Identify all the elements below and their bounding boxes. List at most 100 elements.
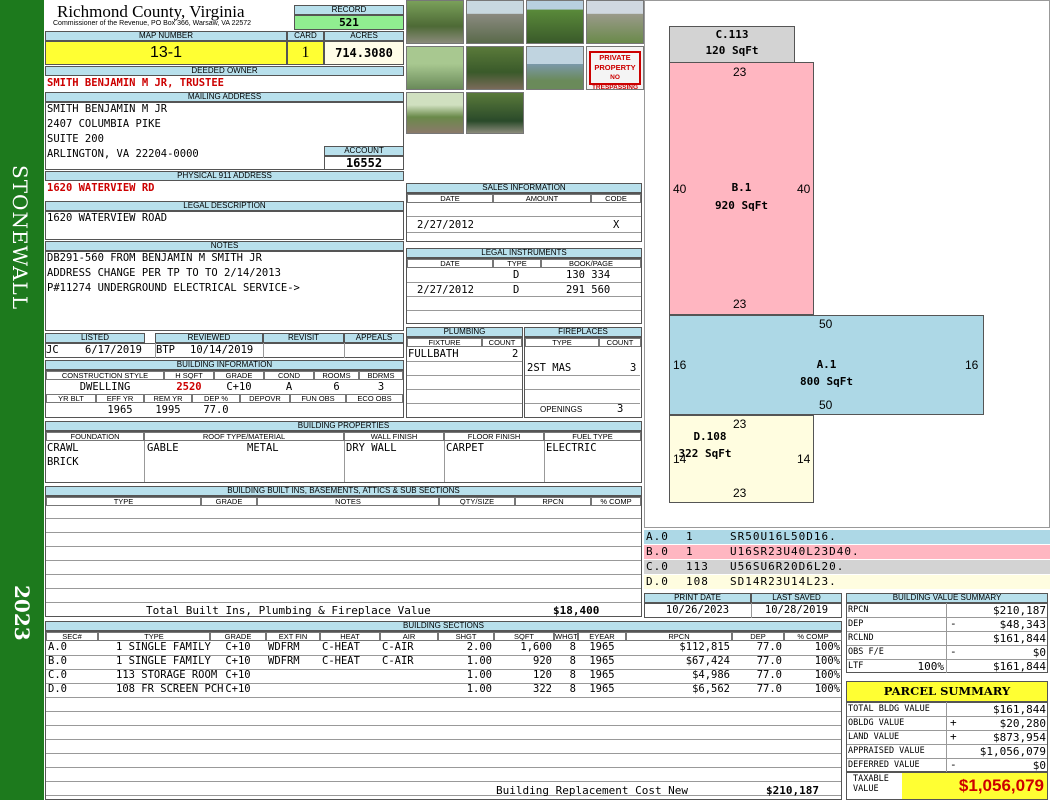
parcel-summary-title: PARCEL SUMMARY xyxy=(846,681,1048,702)
section-cell: 2.00 xyxy=(466,641,492,653)
section-cell: C+10 xyxy=(225,683,251,695)
property-photo[interactable] xyxy=(466,0,524,44)
property-photo[interactable] xyxy=(406,92,464,134)
district-sidebar: STONEWALL 2023 xyxy=(0,0,44,800)
property-photo[interactable] xyxy=(406,46,464,90)
bedrooms: 3 xyxy=(377,381,385,393)
parcel-value: $20,280 xyxy=(999,717,1046,730)
no-trespassing-sign-photo[interactable]: PRIVATE PROPERTY NO TRESPASSING xyxy=(586,46,644,90)
last-saved-label: LAST SAVED xyxy=(751,593,842,603)
floor-finish: CARPET xyxy=(446,442,484,454)
row-divider xyxy=(46,753,841,754)
bi-col-header: GRADE xyxy=(201,497,257,506)
commissioner-address: Commissioner of the Revenue, PO Box 366,… xyxy=(53,20,252,27)
section-cell: A.0 xyxy=(48,641,67,653)
sections-header: GRADE xyxy=(210,632,266,641)
roof-material: METAL xyxy=(247,442,279,454)
bvs-label: DEP xyxy=(848,619,864,629)
record-label: RECORD xyxy=(294,5,404,15)
effective-year: 1965 xyxy=(107,404,133,416)
bp-header: FOUNDATION xyxy=(46,432,144,441)
sketch-dim: 50 xyxy=(819,317,833,331)
sign-text: NO TRESPASSING xyxy=(591,74,639,90)
fireplace-header: TYPE xyxy=(525,338,599,347)
print-date: 10/26/2023 xyxy=(665,604,730,616)
instr-book-page: 130 334 xyxy=(566,269,611,281)
appeals-label: APPEALS xyxy=(344,333,404,343)
row-divider xyxy=(46,795,841,796)
property-photo[interactable] xyxy=(586,0,644,44)
bi-header: FUN OBS xyxy=(290,394,346,403)
sketch-dim: 23 xyxy=(733,417,747,431)
bi-header: ECO OBS xyxy=(346,394,403,403)
sales-header: AMOUNT xyxy=(493,194,591,203)
heated-sqft: 2520 xyxy=(176,381,202,393)
building-sections-label: BUILDING SECTIONS xyxy=(45,621,842,631)
physical-address-value: 1620 WATERVIEW RD xyxy=(47,182,155,194)
sales-header: CODE xyxy=(591,194,641,203)
property-photo[interactable] xyxy=(406,0,464,44)
vector-row: C.0 113 U56SU6R20D6L20. xyxy=(644,560,1050,574)
vector-path: U16SR23U40L23D40. xyxy=(730,545,860,558)
bvs-label: RCLND xyxy=(848,633,874,643)
table-row: B.0 1 SINGLE FAMILY C+10 WDFRM C-HEAT C-AIR 1.… xyxy=(46,655,841,669)
section-cell: C+10 xyxy=(225,641,251,653)
bvs-dep: $48,343 xyxy=(999,618,1046,631)
parcel-sign: - xyxy=(950,758,957,771)
bvs-obs: $0 xyxy=(1032,646,1046,659)
fuel-type: ELECTRIC xyxy=(546,442,597,454)
table-row: A.0 1 SINGLE FAMILY C+10 WDFRM C-HEAT C-AIR 2.… xyxy=(46,641,841,655)
section-cell: C+10 xyxy=(225,655,251,667)
fireplace-type: 2ST MAS xyxy=(527,362,572,374)
bvs-sign: - xyxy=(950,645,957,658)
parcel-label: OBLDG VALUE xyxy=(848,718,905,728)
section-cell: 8 xyxy=(569,641,576,653)
vector-number: 1 xyxy=(686,530,694,543)
note-line: ADDRESS CHANGE PER TP TO TO 2/14/2013 xyxy=(47,267,281,279)
built-ins-box xyxy=(45,496,642,617)
card-label: CARD xyxy=(287,31,324,41)
legal-instruments-label: LEGAL INSTRUMENTS xyxy=(406,248,642,258)
sketch-b-area: 920 SqFt xyxy=(715,199,768,212)
plumbing-header: FIXTURE xyxy=(407,338,482,347)
bi-col-header: TYPE xyxy=(46,497,201,506)
remodel-year: 1995 xyxy=(155,404,181,416)
property-photo[interactable] xyxy=(526,46,584,90)
section-cell: 1.00 xyxy=(466,669,492,681)
plumbing-fixture: FULLBATH xyxy=(408,348,459,360)
row-divider xyxy=(46,781,841,782)
sections-header: EXT FIN xyxy=(266,632,320,641)
sketch-dim: 23 xyxy=(733,486,747,500)
sketch-b-code: B.1 xyxy=(731,181,752,194)
sketch-dim: 23 xyxy=(733,65,747,79)
sections-header: EYEAR xyxy=(578,632,626,641)
vector-id: A.0 xyxy=(646,530,669,543)
property-photo[interactable] xyxy=(466,46,524,90)
property-photo[interactable] xyxy=(466,92,524,134)
deeded-owner-label: DEEDED OWNER xyxy=(45,66,404,76)
deeded-owner-value: SMITH BENJAMIN M JR, TRUSTEE xyxy=(47,77,225,89)
mailing-line: SUITE 200 xyxy=(47,133,104,145)
card-value: 1 xyxy=(287,41,324,65)
taxable-value: $1,056,079 xyxy=(902,773,1047,799)
property-photo[interactable] xyxy=(526,0,584,44)
parcel-label: DEFERRED VALUE xyxy=(848,760,920,770)
taxable-label-line: VALUE xyxy=(853,784,879,794)
bi-col-header: NOTES xyxy=(257,497,439,506)
bvs-sign: - xyxy=(950,617,957,630)
section-cell: 1.00 xyxy=(466,655,492,667)
bi-header: EFF YR xyxy=(96,394,144,403)
bvs-label: LTF xyxy=(848,661,864,671)
sketch-dim: 50 xyxy=(819,398,833,412)
vector-row: D.0 108 SD14R23U14L23. xyxy=(644,575,1050,589)
taxable-label-line: TAXABLE xyxy=(853,774,889,784)
grade: C+10 xyxy=(226,381,252,393)
listed-label: LISTED xyxy=(45,333,145,343)
section-cell: WDFRM xyxy=(268,641,300,653)
bi-header: DEP % xyxy=(192,394,240,403)
listed-by: JC xyxy=(46,344,59,356)
section-cell: 920 xyxy=(533,655,552,667)
plumbing-header: COUNT xyxy=(482,338,522,347)
row-divider xyxy=(46,725,841,726)
bi-col-header: RPCN xyxy=(515,497,591,506)
